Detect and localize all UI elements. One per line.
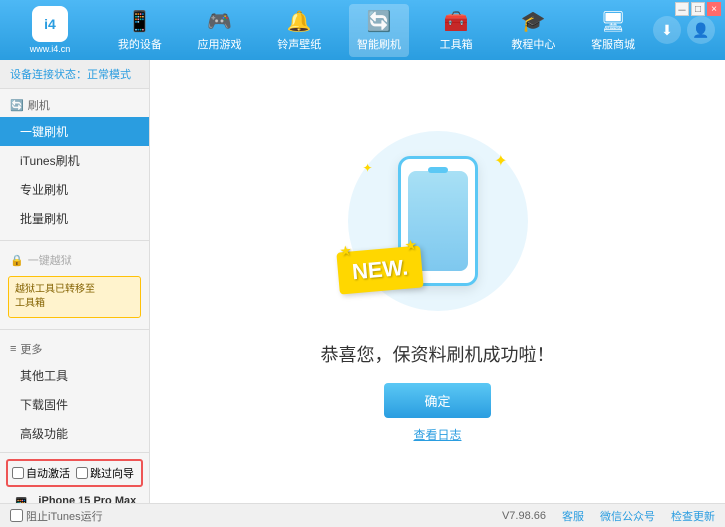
apps-games-label: 应用游戏 [198, 36, 242, 52]
auto-guide-label: 跳过向导 [90, 465, 134, 481]
logo-letter: i4 [44, 16, 56, 32]
header: i4 www.i4.cn 📱 我的设备 🎮 应用游戏 🔔 铃声壁纸 🔄 智能刷机 [0, 0, 725, 60]
toolbox-label: 工具箱 [440, 36, 473, 52]
smart-flash-icon: 🔄 [367, 9, 392, 34]
itunes-block-label: 阻止iTunes运行 [26, 508, 103, 524]
smart-flash-label: 智能刷机 [357, 36, 401, 52]
sidebar-item-batch-flash[interactable]: 批量刷机 [0, 204, 149, 233]
nav-my-device[interactable]: 📱 我的设备 [110, 4, 170, 57]
success-message: 恭喜您，保资料刷机成功啦！ [321, 341, 555, 367]
success-illustration: NEW. ✦ ✦ [338, 121, 538, 321]
auto-activate-checkbox[interactable] [12, 467, 24, 479]
nav-service[interactable]: 🖥 客服商城 [583, 4, 643, 57]
footer-right: V7.98.66 客服 微信公众号 检查更新 [502, 508, 715, 524]
tutorial-label: 教程中心 [511, 36, 555, 52]
jailbreak-section: 🔒 一键越狱 越狱工具已转移至工具箱 [0, 244, 149, 326]
version-label: V7.98.66 [502, 510, 546, 522]
jailbreak-notice: 越狱工具已转移至工具箱 [8, 276, 141, 318]
more-label: 更多 [20, 341, 42, 357]
status-label: 设备连接状态： [10, 69, 87, 81]
customer-service-link[interactable]: 客服 [562, 508, 584, 524]
lock-icon: 🔒 [10, 254, 24, 267]
jailbreak-section-title: 🔒 一键越狱 [0, 248, 149, 272]
device-details: iPhone 15 Pro Max 512GB iPhone [38, 495, 136, 503]
nav-bar: 📱 我的设备 🎮 应用游戏 🔔 铃声壁纸 🔄 智能刷机 🧰 工具箱 🎓 [100, 4, 653, 57]
sidebar-item-download-firmware[interactable]: 下载固件 [0, 390, 149, 419]
connection-status: 设备连接状态：正常模式 [0, 60, 149, 89]
sidebar-item-pro-flash[interactable]: 专业刷机 [0, 175, 149, 204]
auto-guide-option[interactable]: 跳过向导 [76, 465, 134, 481]
flash-section: 🔄 刷机 一键刷机 iTunes刷机 专业刷机 批量刷机 [0, 89, 149, 237]
itunes-block-checkbox[interactable] [10, 509, 23, 522]
toolbox-icon: 🧰 [444, 9, 469, 34]
auto-activate-option[interactable]: 自动激活 [12, 465, 70, 481]
check-update-link[interactable]: 检查更新 [671, 508, 715, 524]
apps-games-icon: 🎮 [207, 9, 232, 34]
status-value: 正常模式 [87, 69, 131, 81]
new-badge-text: NEW. [350, 254, 408, 284]
sidebar-item-one-click-flash[interactable]: 一键刷机 [0, 117, 149, 146]
nav-toolbox[interactable]: 🧰 工具箱 [429, 4, 484, 57]
main-content: NEW. ✦ ✦ 恭喜您，保资料刷机成功啦！ 确定 查看日志 [150, 60, 725, 503]
header-right: ⬇ 👤 [653, 16, 715, 44]
sparkle-icon-1: ✦ [494, 151, 507, 171]
sidebar: 设备连接状态：正常模式 🔄 刷机 一键刷机 iTunes刷机 专业刷机 批量刷机… [0, 60, 150, 503]
divider-2 [0, 329, 149, 330]
footer-left: 阻止iTunes运行 [10, 508, 103, 524]
ringtones-label: 铃声壁纸 [277, 36, 321, 52]
more-section: ≡ 更多 其他工具 下载固件 高级功能 [0, 333, 149, 452]
main-area: 设备连接状态：正常模式 🔄 刷机 一键刷机 iTunes刷机 专业刷机 批量刷机… [0, 60, 725, 503]
nav-ringtones[interactable]: 🔔 铃声壁纸 [269, 4, 329, 57]
ringtones-icon: 🔔 [287, 9, 312, 34]
auto-activate-label: 自动激活 [26, 465, 70, 481]
close-button[interactable]: × [707, 2, 721, 16]
nav-tutorial[interactable]: 🎓 教程中心 [503, 4, 563, 57]
minimize-button[interactable]: － [675, 2, 689, 16]
tutorial-icon: 🎓 [521, 9, 546, 34]
download-button[interactable]: ⬇ [653, 16, 681, 44]
log-link[interactable]: 查看日志 [413, 426, 461, 443]
flash-section-label: 刷机 [28, 97, 50, 113]
auto-guide-checkbox[interactable] [76, 467, 88, 479]
logo-icon: i4 [32, 6, 68, 42]
device-info: 📱 iPhone 15 Pro Max 512GB iPhone [6, 491, 143, 503]
footer: 阻止iTunes运行 V7.98.66 客服 微信公众号 检查更新 [0, 503, 725, 527]
sparkle-icon-2: ✦ [363, 161, 373, 175]
jailbreak-label: 一键越狱 [28, 252, 72, 268]
nav-smart-flash[interactable]: 🔄 智能刷机 [349, 4, 409, 57]
my-device-icon: 📱 [127, 9, 152, 34]
sidebar-item-advanced[interactable]: 高级功能 [0, 419, 149, 448]
flash-section-icon: 🔄 [10, 99, 24, 112]
my-device-label: 我的设备 [118, 36, 162, 52]
more-icon: ≡ [10, 343, 16, 355]
device-name: iPhone 15 Pro Max [38, 495, 136, 503]
user-button[interactable]: 👤 [687, 16, 715, 44]
service-icon: 🖥 [600, 9, 625, 34]
maximize-button[interactable]: □ [691, 2, 705, 16]
phone-notch [428, 167, 448, 173]
sidebar-item-itunes-flash[interactable]: iTunes刷机 [0, 146, 149, 175]
wechat-link[interactable]: 微信公众号 [600, 508, 655, 524]
logo-subtitle: www.i4.cn [30, 44, 71, 54]
itunes-block-option[interactable]: 阻止iTunes运行 [10, 508, 103, 524]
new-badge: NEW. [336, 245, 424, 294]
confirm-button[interactable]: 确定 [384, 383, 490, 418]
more-section-title: ≡ 更多 [0, 337, 149, 361]
service-label: 客服商城 [591, 36, 635, 52]
circle-background: NEW. ✦ ✦ [348, 131, 528, 311]
sidebar-item-other-tools[interactable]: 其他工具 [0, 361, 149, 390]
divider-1 [0, 240, 149, 241]
nav-apps-games[interactable]: 🎮 应用游戏 [190, 4, 250, 57]
sidebar-bottom: 自动激活 跳过向导 📱 iPhone 15 Pro Max 512GB iPho… [0, 452, 149, 503]
device-phone-icon: 📱 [10, 497, 32, 503]
flash-section-title: 🔄 刷机 [0, 93, 149, 117]
auto-options-box: 自动激活 跳过向导 [6, 459, 143, 487]
logo: i4 www.i4.cn [10, 6, 90, 54]
